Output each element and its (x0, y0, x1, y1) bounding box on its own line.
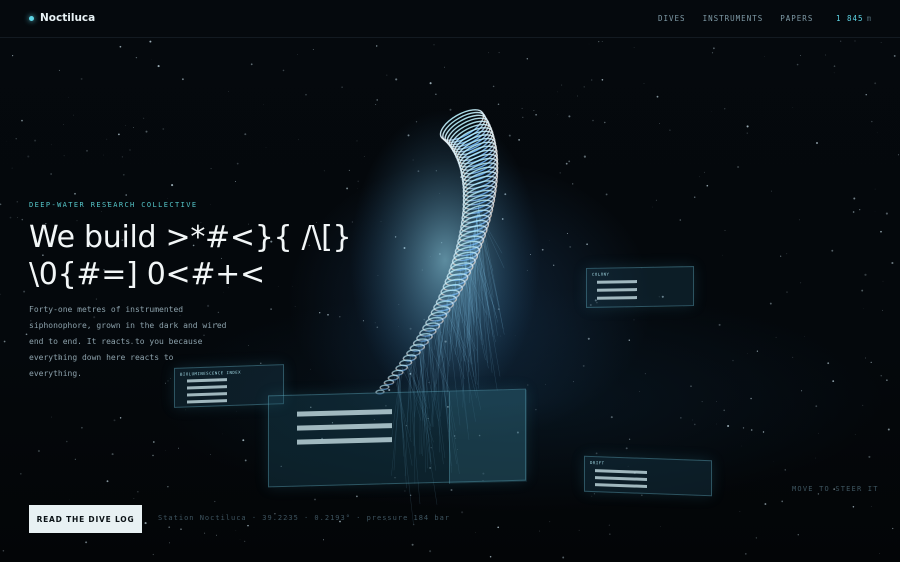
depth-value: 1 845 (836, 14, 864, 23)
panel-main-readout (268, 388, 527, 488)
brand-logo[interactable]: Noctiluca (29, 12, 95, 24)
site-header: Noctiluca DIVES INSTRUMENTS PAPERS 1 845… (0, 0, 900, 38)
panel-title: COLONY (592, 271, 610, 277)
panel-drift: DRIFT (584, 455, 712, 497)
depth-unit: m (866, 14, 873, 23)
hero-headline: We build >*#<}{ /\[} \0{#=] 0<#+< (29, 219, 352, 293)
brand-dot-icon (29, 15, 34, 21)
main-nav: DIVES INSTRUMENTS PAPERS (658, 14, 813, 23)
hero-lede: Forty-one metres of instrumented siphono… (29, 305, 227, 378)
headline-line-2: \0{#=] 0<#+< (29, 257, 265, 292)
read-dive-log-button[interactable]: READ THE DIVE LOG (29, 505, 142, 533)
brand-name: Noctiluca (40, 12, 96, 24)
station-coordinates: Station Noctiluca · 39.2235 · 0.2193° · … (158, 514, 451, 522)
panel-colony: COLONY (586, 266, 694, 308)
headline-line-1: We build >*#<}{ /\[} (29, 220, 352, 255)
depth-readout: 1 845 m (836, 14, 872, 23)
hero-eyebrow: DEEP-WATER RESEARCH COLLECTIVE (29, 201, 198, 209)
nav-link-instruments[interactable]: INSTRUMENTS (703, 14, 764, 23)
nav-link-papers[interactable]: PAPERS (780, 14, 813, 23)
nav-link-dives[interactable]: DIVES (658, 14, 686, 23)
steer-hint: MOVE TO STEER IT (792, 485, 879, 493)
panel-title: DRIFT (590, 459, 605, 466)
